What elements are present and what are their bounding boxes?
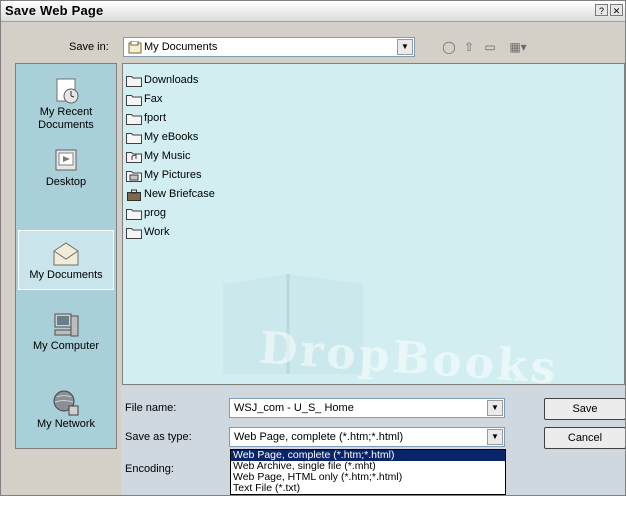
page-background-strip: [0, 496, 626, 508]
network-globe-icon: [53, 390, 79, 416]
list-item[interactable]: prog: [126, 205, 166, 221]
cancel-button[interactable]: Cancel: [544, 427, 625, 449]
music-folder-icon: [126, 151, 142, 163]
briefcase-icon: [127, 189, 141, 201]
save-web-page-dialog: Save Web Page ? ✕ Save in: My Documents …: [0, 0, 626, 496]
chevron-down-icon[interactable]: ▼: [487, 429, 503, 445]
views-menu-icon[interactable]: ▦▾: [505, 39, 531, 55]
list-item[interactable]: Fax: [126, 91, 162, 107]
save-as-type-dropdown[interactable]: Web Page, complete (*.htm;*.html) ▼: [229, 427, 505, 447]
desktop-icon: [55, 149, 77, 171]
places-bar: My Recent Documents Desktop My Documents: [15, 63, 117, 449]
file-name-input[interactable]: WSJ_com - U_S_ Home ▼: [229, 398, 505, 418]
envelope-folder-icon: [53, 242, 79, 266]
place-label: My Network: [36, 418, 96, 430]
close-button[interactable]: ✕: [610, 4, 623, 16]
chevron-down-icon[interactable]: ▼: [397, 39, 413, 55]
place-label: My Documents: [29, 269, 103, 281]
help-button[interactable]: ?: [595, 4, 608, 16]
place-label: My Recent Documents: [38, 106, 94, 131]
list-item[interactable]: fport: [126, 110, 166, 126]
save-as-type-value: Web Page, complete (*.htm;*.html): [234, 431, 404, 443]
save-button[interactable]: Save: [544, 398, 625, 420]
save-as-type-options-list[interactable]: Web Page, complete (*.htm;*.html) Web Ar…: [230, 449, 506, 495]
place-desktop[interactable]: Desktop: [18, 146, 114, 189]
list-item[interactable]: Work: [126, 224, 169, 240]
encoding-label: Encoding:: [125, 463, 174, 475]
my-documents-icon: [128, 41, 142, 54]
type-option[interactable]: Text File (*.txt): [231, 483, 505, 494]
list-item[interactable]: Downloads: [126, 72, 198, 88]
save-in-label: Save in:: [69, 41, 109, 53]
clock-document-icon: [56, 78, 79, 104]
window-title: Save Web Page: [5, 3, 104, 18]
save-in-value: My Documents: [144, 41, 218, 53]
title-bar[interactable]: Save Web Page ? ✕: [1, 1, 625, 22]
folder-icon: [126, 94, 142, 106]
folder-icon: [126, 75, 142, 87]
folder-icon: [126, 132, 142, 144]
chevron-down-icon[interactable]: ▼: [487, 400, 503, 416]
place-label: My Computer: [32, 340, 100, 352]
folder-icon: [126, 113, 142, 125]
up-folder-icon[interactable]: ⇧: [461, 39, 477, 55]
place-my-recent-documents[interactable]: My Recent Documents: [18, 76, 114, 132]
list-item[interactable]: My Pictures: [126, 167, 201, 183]
computer-icon: [54, 313, 79, 337]
file-name-label: File name:: [125, 402, 177, 414]
save-in-dropdown[interactable]: My Documents ▼: [123, 37, 415, 57]
file-name-value: WSJ_com - U_S_ Home: [234, 402, 354, 414]
list-item[interactable]: My eBooks: [126, 129, 198, 145]
new-folder-icon[interactable]: ▭: [482, 39, 498, 55]
save-as-type-label: Save as type:: [125, 431, 192, 443]
place-label: Desktop: [45, 176, 87, 188]
place-my-documents[interactable]: My Documents: [18, 230, 114, 290]
folder-icon: [126, 208, 142, 220]
pictures-folder-icon: [126, 170, 142, 182]
list-item[interactable]: New Briefcase: [126, 186, 215, 202]
place-my-network[interactable]: My Network: [18, 388, 114, 431]
folder-icon: [126, 227, 142, 239]
back-icon[interactable]: ◯: [441, 39, 457, 55]
place-my-computer[interactable]: My Computer: [18, 310, 114, 353]
list-item[interactable]: My Music: [126, 148, 190, 164]
